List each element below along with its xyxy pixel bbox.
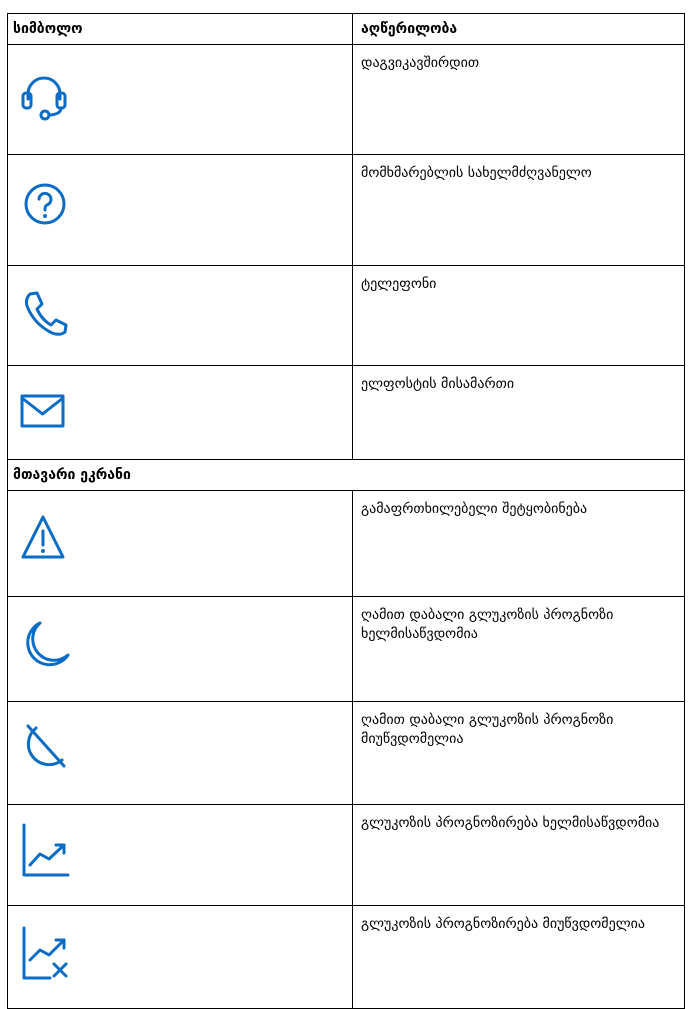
table-row: გლუკოზის პროგნოზირება მიუწვდომელია bbox=[7, 905, 685, 1009]
table-row: გამაფრთხილებელი შეტყობინება bbox=[7, 490, 685, 597]
table-row: ღამით დაბალი გლუკოზის პროგნოზი მიუწვდომე… bbox=[7, 701, 685, 805]
symbol-cell bbox=[7, 154, 353, 266]
table-row: ელფოსტის მისამართი bbox=[7, 365, 685, 460]
moon-off-icon bbox=[26, 724, 66, 768]
description-cell: ღამით დაბალი გლუკოზის პროგნოზი მიუწვდომე… bbox=[352, 701, 685, 805]
symbols-table: სიმბოლო აღწერილობა დაგვიკავშირდით მომხმა… bbox=[7, 13, 685, 1009]
description-cell: ელფოსტის მისამართი bbox=[352, 365, 685, 460]
symbol-cell bbox=[7, 44, 353, 155]
symbol-cell bbox=[7, 490, 353, 597]
description-cell: დაგვიკავშირდით bbox=[352, 44, 685, 155]
table-row: მომხმარებლის სახელმძღვანელო bbox=[7, 154, 685, 266]
trend-chart-icon bbox=[22, 823, 70, 877]
description-cell: ტელეფონი bbox=[352, 265, 685, 366]
description-cell: გლუკოზის პროგნოზირება ხელმისაწვდომია bbox=[352, 804, 685, 906]
table-row: ტელეფონი bbox=[7, 265, 685, 366]
table-row: ღამით დაბალი გლუკოზის პროგნოზი ხელმისაწვ… bbox=[7, 596, 685, 702]
symbol-cell bbox=[7, 365, 353, 460]
description-cell: გლუკოზის პროგნოზირება მიუწვდომელია bbox=[352, 905, 685, 1009]
header-symbol: სიმბოლო bbox=[7, 13, 353, 45]
symbol-cell bbox=[7, 804, 353, 906]
phone-icon bbox=[24, 291, 68, 336]
table-row: დაგვიკავშირდით bbox=[7, 44, 685, 155]
section-title: მთავარი ეკრანი bbox=[7, 459, 685, 491]
description-cell: ღამით დაბალი გლუკოზის პროგნოზი ხელმისაწვ… bbox=[352, 596, 685, 702]
warning-triangle-icon bbox=[21, 515, 65, 559]
section-row: მთავარი ეკრანი bbox=[7, 459, 685, 491]
description-cell: მომხმარებლის სახელმძღვანელო bbox=[352, 154, 685, 266]
symbol-cell bbox=[7, 265, 353, 366]
help-question-icon bbox=[24, 183, 66, 225]
moon-icon bbox=[26, 621, 70, 667]
trend-chart-off-icon bbox=[22, 926, 68, 980]
symbol-cell bbox=[7, 905, 353, 1009]
table-row: გლუკოზის პროგნოზირება ხელმისაწვდომია bbox=[7, 804, 685, 906]
headset-icon bbox=[21, 76, 67, 121]
table-header-row: სიმბოლო აღწერილობა bbox=[7, 13, 685, 45]
header-description: აღწერილობა bbox=[352, 13, 685, 45]
envelope-icon bbox=[20, 394, 65, 428]
description-cell: გამაფრთხილებელი შეტყობინება bbox=[352, 490, 685, 597]
symbol-cell bbox=[7, 701, 353, 805]
symbol-cell bbox=[7, 596, 353, 702]
